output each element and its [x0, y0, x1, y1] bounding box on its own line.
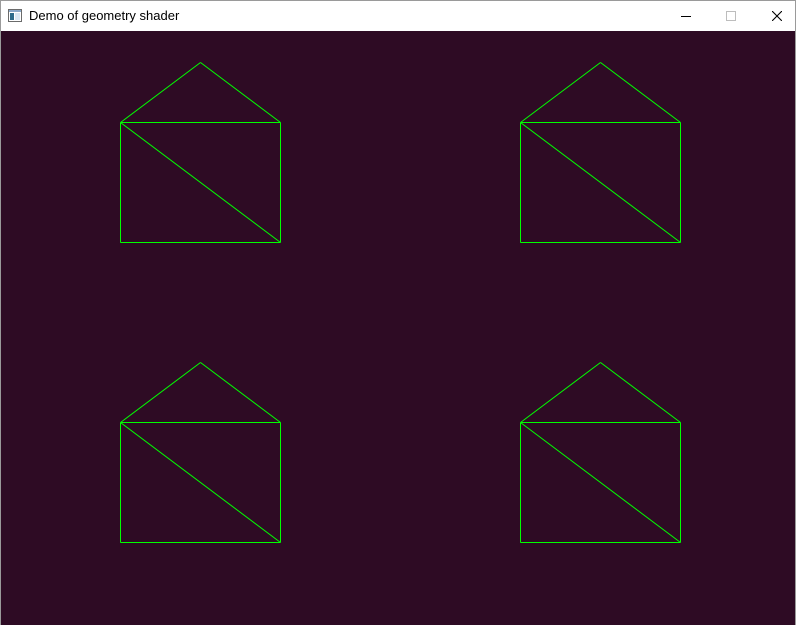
close-icon [772, 11, 782, 21]
render-viewport[interactable] [1, 31, 795, 625]
maximize-button[interactable] [708, 1, 754, 31]
close-button[interactable] [754, 1, 796, 31]
maximize-icon [726, 11, 736, 21]
minimize-icon [681, 16, 691, 17]
gl-canvas[interactable] [1, 31, 795, 625]
app-window: Demo of geometry shader [0, 0, 796, 625]
window-title: Demo of geometry shader [29, 8, 180, 23]
console-window-icon[interactable] [8, 9, 22, 22]
title-bar[interactable]: Demo of geometry shader [1, 1, 795, 31]
minimize-button[interactable] [663, 1, 709, 31]
